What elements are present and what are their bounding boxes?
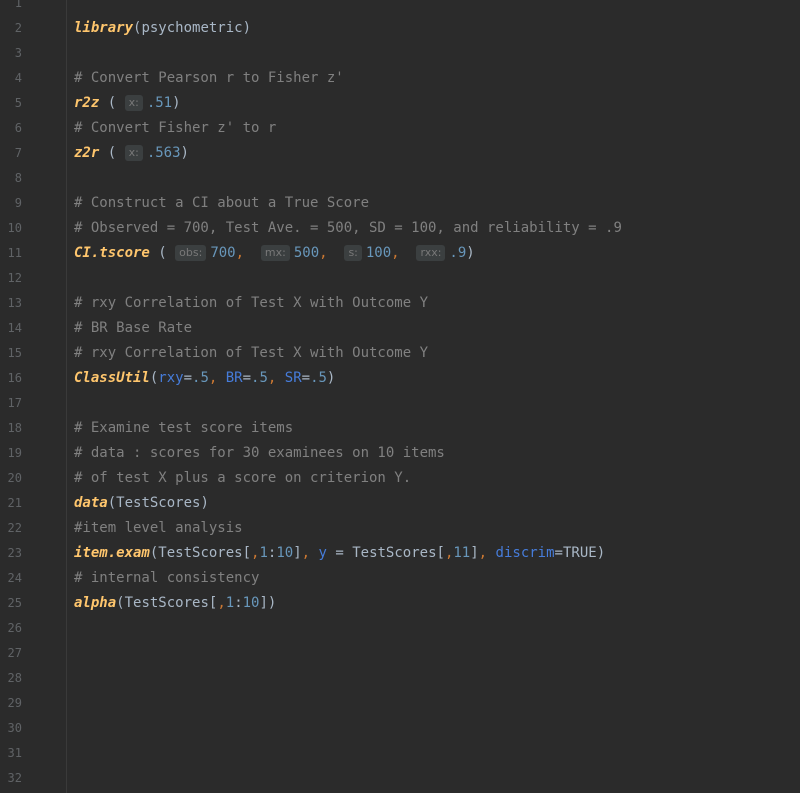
line-number-gutter: 1 2 3 4 5 6 7 8 9 10 11 12 13 14 15 16 17 18 19 20 21 22 23 24 2… <box>0 0 67 793</box>
line-number: 19 <box>7 446 22 460</box>
line-number: 4 <box>14 71 22 85</box>
line-number: 17 <box>7 396 22 410</box>
code-line-22[interactable]: #item level analysis <box>74 516 800 541</box>
code-line-25[interactable]: alpha(TestScores[,1:10]) <box>74 591 800 616</box>
line-number: 3 <box>14 46 22 60</box>
parameter-hint: obs: <box>175 245 207 261</box>
line-number: 29 <box>7 696 22 710</box>
code-line-5[interactable]: r2z ( x: .51) <box>74 91 800 116</box>
code-line-4[interactable]: # Convert Pearson r to Fisher z' <box>74 66 800 91</box>
line-number: 14 <box>7 321 22 335</box>
function-name: library <box>74 20 134 36</box>
function-name: CI.tscore <box>74 245 150 261</box>
line-number: 20 <box>7 471 22 485</box>
line-number: 28 <box>7 671 22 685</box>
line-number: 2 <box>14 21 22 35</box>
line-number: 13 <box>7 296 22 310</box>
line-number: 27 <box>7 646 22 660</box>
function-name: z2r <box>74 145 100 161</box>
function-name: ClassUtil <box>74 370 150 386</box>
line-number: 21 <box>7 496 22 510</box>
code-line-10[interactable]: # Observed = 700, Test Ave. = 500, SD = … <box>74 216 800 241</box>
line-number: 5 <box>14 96 22 110</box>
code-line-15[interactable]: # rxy Correlation of Test X with Outcome… <box>74 341 800 366</box>
line-number: 32 <box>7 771 22 785</box>
code-line-21[interactable]: data(TestScores) <box>74 491 800 516</box>
code-line-24[interactable]: # internal consistency <box>74 566 800 591</box>
line-number: 18 <box>7 421 22 435</box>
code-line-2[interactable]: library(psychometric) <box>74 16 800 41</box>
code-line-9[interactable]: # Construct a CI about a True Score <box>74 191 800 216</box>
parameter-hint: rxx: <box>416 245 446 261</box>
line-number: 6 <box>14 121 22 135</box>
code-editor[interactable]: 1 2 3 4 5 6 7 8 9 10 11 12 13 14 15 16 17 18 19 20 21 22 23 24 2… <box>0 0 800 793</box>
code-line-16[interactable]: ClassUtil(rxy=.5, BR=.5, SR=.5) <box>74 366 800 391</box>
line-number: 26 <box>7 621 22 635</box>
line-number: 24 <box>7 571 22 585</box>
line-number: 16 <box>7 371 22 385</box>
function-name: data <box>74 495 108 511</box>
function-name: alpha <box>74 595 117 611</box>
parameter-hint: s: <box>344 245 362 261</box>
line-number: 1 <box>14 0 22 10</box>
parameter-hint: x: <box>124 95 143 111</box>
function-name: r2z <box>74 95 100 111</box>
code-line-7[interactable]: z2r ( x: .563) <box>74 141 800 166</box>
line-number: 31 <box>7 746 22 760</box>
parameter-hint: mx: <box>260 245 290 261</box>
parameter-hint: x: <box>124 145 143 161</box>
line-number: 10 <box>7 221 22 235</box>
code-line-20[interactable]: # of test X plus a score on criterion Y. <box>74 466 800 491</box>
line-number: 7 <box>14 146 22 160</box>
code-line-19[interactable]: # data : scores for 30 examinees on 10 i… <box>74 441 800 466</box>
line-number: 12 <box>7 271 22 285</box>
code-line-6[interactable]: # Convert Fisher z' to r <box>74 116 800 141</box>
code-area[interactable]: library(psychometric) # Convert Pearson … <box>66 0 800 793</box>
line-number: 8 <box>14 171 22 185</box>
code-line-23[interactable]: item.exam(TestScores[,1:10], y = TestSco… <box>74 541 800 566</box>
line-number: 11 <box>7 246 22 260</box>
line-number: 23 <box>7 546 22 560</box>
code-line-11[interactable]: CI.tscore ( obs: 700, mx: 500, s: 100, rxx:… <box>74 241 800 266</box>
code-line-13[interactable]: # rxy Correlation of Test X with Outcome… <box>74 291 800 316</box>
code-line-14[interactable]: # BR Base Rate <box>74 316 800 341</box>
line-number: 22 <box>7 521 22 535</box>
line-number: 25 <box>7 596 22 610</box>
line-number: 9 <box>14 196 22 210</box>
function-name: item.exam <box>74 545 150 561</box>
line-number: 30 <box>7 721 22 735</box>
code-line-18[interactable]: # Examine test score items <box>74 416 800 441</box>
line-number: 15 <box>7 346 22 360</box>
